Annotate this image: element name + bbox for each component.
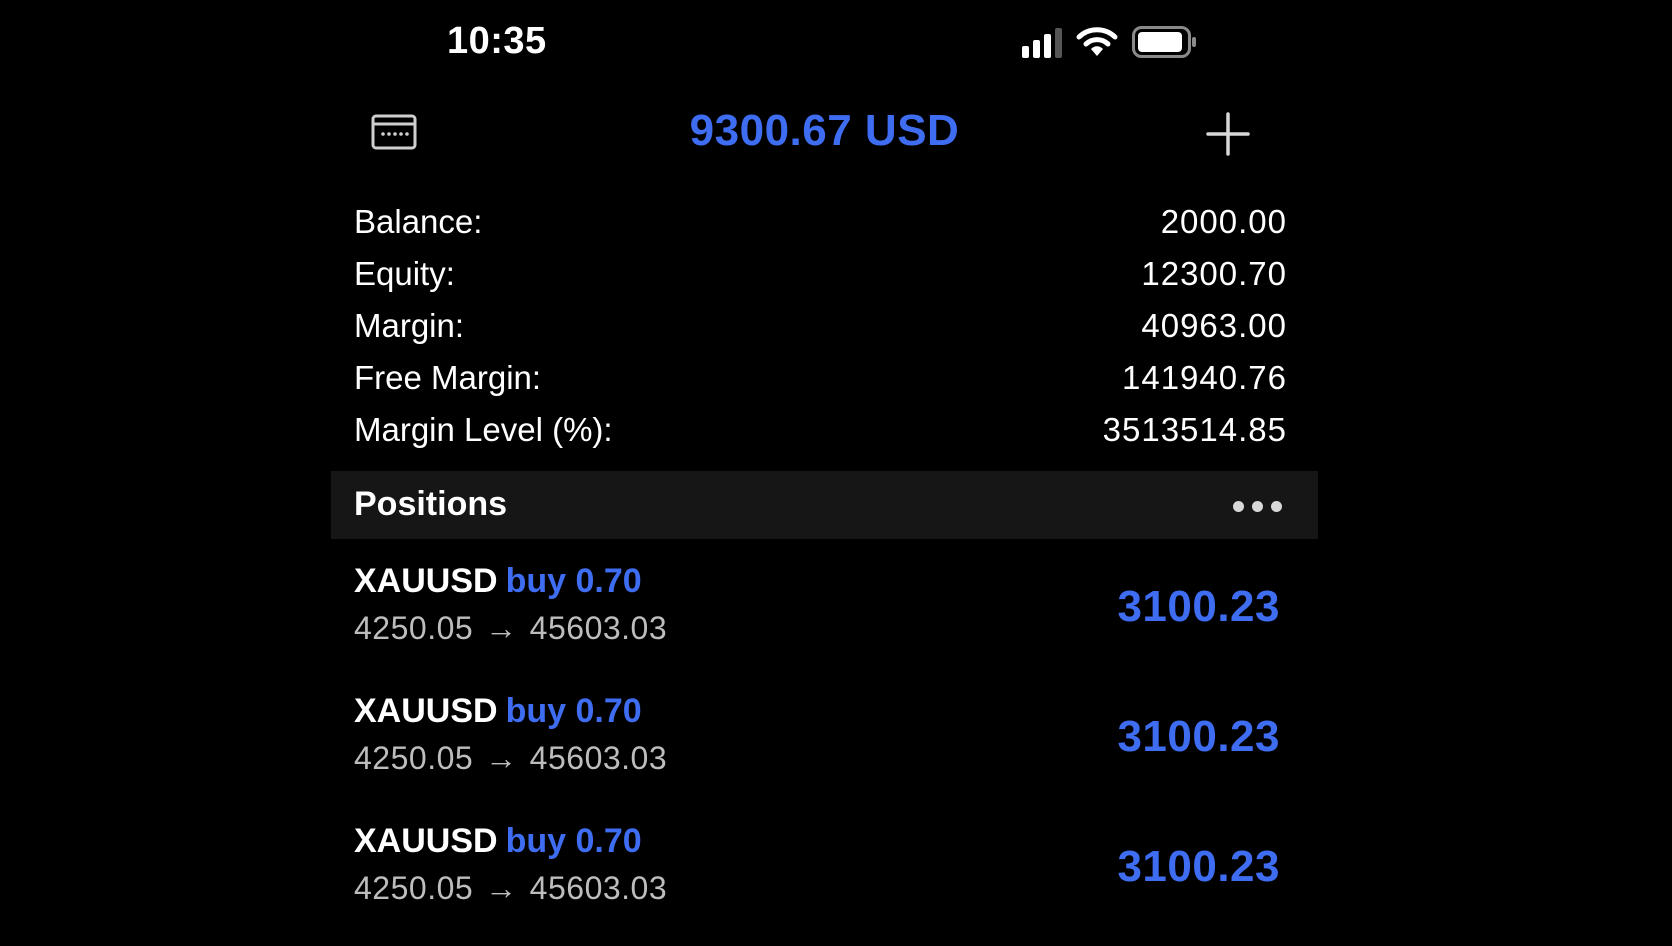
position-title-line: XAUUSD buy 0.70	[354, 692, 642, 731]
app-screen: 10:35 9300.67 USD Balance: 2000.00 Equit…	[331, 0, 1318, 941]
position-profit: 3100.23	[1117, 582, 1280, 631]
position-open-price: 4250.05	[354, 870, 474, 906]
position-symbol: XAUUSD	[354, 562, 498, 600]
position-prices: 4250.05 → 45603.03	[354, 870, 667, 907]
positions-title: Positions	[354, 485, 508, 523]
margin-row: Margin: 40963.00	[354, 300, 1287, 352]
account-header: 9300.67 USD	[331, 100, 1318, 168]
equity-label: Equity:	[354, 255, 455, 292]
equity-row: Equity: 12300.70	[354, 248, 1287, 300]
balance-row: Balance: 2000.00	[354, 196, 1287, 248]
position-row[interactable]: XAUUSD buy 0.70 4250.05 → 45603.03 3100.23	[331, 816, 1318, 946]
free-margin-row: Free Margin: 141940.76	[354, 352, 1287, 404]
status-icons	[1022, 26, 1198, 58]
margin-label: Margin:	[354, 307, 465, 344]
free-margin-value: 141940.76	[1122, 359, 1287, 396]
margin-level-label: Margin Level (%):	[354, 411, 613, 448]
equity-value: 12300.70	[1141, 255, 1287, 292]
position-side: buy 0.70	[505, 692, 642, 730]
account-summary: Balance: 2000.00 Equity: 12300.70 Margin…	[354, 196, 1287, 456]
position-side: buy 0.70	[505, 822, 642, 860]
margin-value: 40963.00	[1141, 307, 1287, 344]
right-arrow-icon: →	[485, 870, 518, 906]
position-profit: 3100.23	[1117, 712, 1280, 761]
right-arrow-icon: →	[485, 740, 518, 776]
position-title-line: XAUUSD buy 0.70	[354, 822, 642, 861]
account-total-title: 9300.67 USD	[689, 106, 960, 155]
position-profit: 3100.23	[1117, 842, 1280, 891]
balance-label: Balance:	[354, 203, 483, 240]
position-open-price: 4250.05	[354, 610, 474, 646]
position-side: buy 0.70	[505, 562, 642, 600]
position-open-price: 4250.05	[354, 740, 474, 776]
status-time: 10:35	[447, 20, 547, 62]
status-bar: 10:35	[331, 0, 1318, 90]
position-symbol: XAUUSD	[354, 822, 498, 860]
position-row[interactable]: XAUUSD buy 0.70 4250.05 → 45603.03 3100.23	[331, 686, 1318, 816]
positions-list: XAUUSD buy 0.70 4250.05 → 45603.03 3100.23 …	[331, 556, 1318, 946]
free-margin-label: Free Margin:	[354, 359, 542, 396]
balance-value: 2000.00	[1160, 203, 1287, 240]
positions-section-header: Positions	[331, 471, 1318, 539]
position-current-price: 45603.03	[529, 870, 668, 906]
position-title-line: XAUUSD buy 0.70	[354, 562, 642, 601]
add-icon[interactable]	[1206, 112, 1250, 156]
position-current-price: 45603.03	[529, 610, 668, 646]
cellular-signal-icon	[1022, 26, 1062, 58]
position-row[interactable]: XAUUSD buy 0.70 4250.05 → 45603.03 3100.23	[331, 556, 1318, 686]
wifi-icon	[1076, 27, 1118, 56]
right-arrow-icon: →	[485, 610, 518, 646]
position-current-price: 45603.03	[529, 740, 668, 776]
more-icon[interactable]	[1233, 501, 1282, 512]
position-prices: 4250.05 → 45603.03	[354, 740, 667, 777]
margin-level-value: 3513514.85	[1102, 411, 1287, 448]
position-prices: 4250.05 → 45603.03	[354, 610, 667, 647]
battery-icon	[1132, 26, 1196, 58]
margin-level-row: Margin Level (%): 3513514.85	[354, 404, 1287, 456]
position-symbol: XAUUSD	[354, 692, 498, 730]
